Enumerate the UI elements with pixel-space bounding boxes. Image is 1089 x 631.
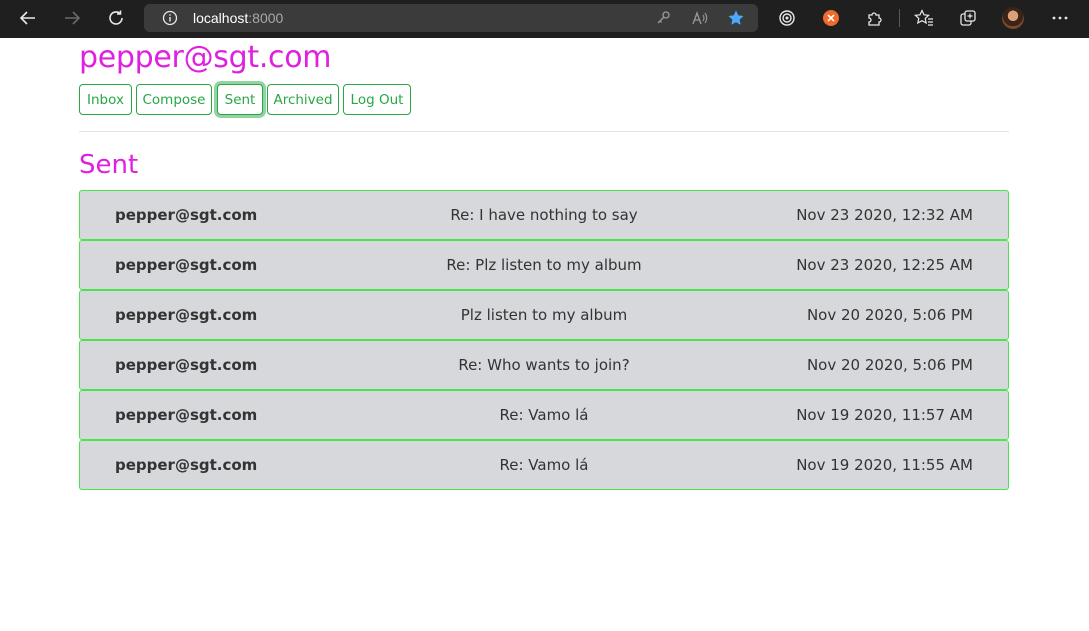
browser-toolbar: localhost:8000 <box>0 0 1089 38</box>
email-timestamp: Nov 19 2020, 11:55 AM <box>796 456 973 474</box>
email-row[interactable]: pepper@sgt.com Re: Plz listen to my albu… <box>79 240 1009 290</box>
refresh-icon[interactable] <box>98 0 134 36</box>
logout-button[interactable]: Log Out <box>343 84 411 115</box>
email-timestamp: Nov 19 2020, 11:57 AM <box>796 406 973 424</box>
address-bar[interactable]: localhost:8000 <box>144 4 758 32</box>
user-email-heading: pepper@sgt.com <box>79 40 332 75</box>
back-arrow-icon[interactable] <box>10 0 46 36</box>
extension-orange-icon[interactable] <box>813 0 849 36</box>
email-timestamp: Nov 20 2020, 5:06 PM <box>806 306 973 324</box>
tracking-icon[interactable] <box>769 0 805 36</box>
sent-button[interactable]: Sent <box>217 84 263 115</box>
email-row[interactable]: pepper@sgt.com Plz listen to my album No… <box>79 290 1009 340</box>
key-icon[interactable] <box>653 8 673 28</box>
email-row[interactable]: pepper@sgt.com Re: Vamo lá Nov 19 2020, … <box>79 440 1009 490</box>
inbox-button[interactable]: Inbox <box>79 84 132 115</box>
read-aloud-icon[interactable] <box>690 8 710 28</box>
email-timestamp: Nov 20 2020, 5:06 PM <box>806 356 973 374</box>
more-options-icon[interactable] <box>1042 0 1078 36</box>
email-row[interactable]: pepper@sgt.com Re: Who wants to join? No… <box>79 340 1009 390</box>
favorite-star-icon[interactable] <box>726 8 746 28</box>
mailbox-title: Sent <box>79 150 139 180</box>
favorites-list-icon[interactable] <box>906 0 942 36</box>
url-port: :8000 <box>248 10 284 26</box>
email-row[interactable]: pepper@sgt.com Re: Vamo lá Nov 19 2020, … <box>79 390 1009 440</box>
profile-avatar[interactable] <box>1002 7 1024 29</box>
header-divider <box>79 131 1009 132</box>
email-timestamp: Nov 23 2020, 12:32 AM <box>796 206 973 224</box>
info-icon[interactable] <box>160 8 180 28</box>
toolbar-separator <box>899 9 900 27</box>
collections-icon[interactable] <box>950 0 986 36</box>
url-host: localhost <box>193 10 249 26</box>
url-text: localhost:8000 <box>193 10 283 26</box>
forward-arrow-icon[interactable] <box>54 0 90 36</box>
compose-button[interactable]: Compose <box>136 84 212 115</box>
archived-button[interactable]: Archived <box>267 84 339 115</box>
email-timestamp: Nov 23 2020, 12:25 AM <box>796 256 973 274</box>
email-row[interactable]: pepper@sgt.com Re: I have nothing to say… <box>79 190 1009 240</box>
puzzle-extensions-icon[interactable] <box>857 0 893 36</box>
